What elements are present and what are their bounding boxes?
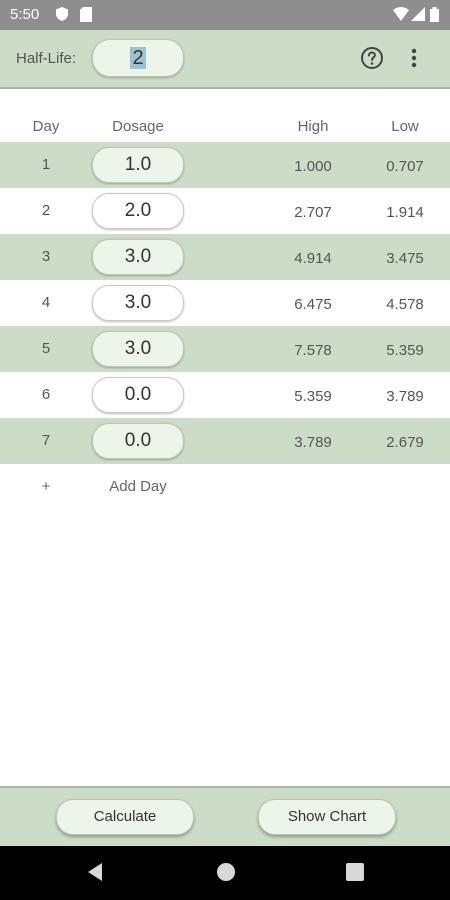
row-low: 3.475 — [386, 250, 424, 267]
dosage-input[interactable]: 3.0 — [92, 285, 184, 321]
header-low: Low — [391, 118, 419, 135]
half-life-label: Half-Life: — [16, 50, 77, 67]
help-icon[interactable] — [360, 46, 384, 70]
row-low: 1.914 — [386, 204, 424, 221]
add-icon: + — [41, 478, 51, 495]
recents-icon[interactable] — [346, 862, 364, 887]
row-high: 5.359 — [294, 388, 332, 405]
row-day: 7 — [41, 432, 51, 449]
table-row: 5 3.0 7.578 5.359 — [0, 326, 450, 372]
row-high: 3.789 — [294, 434, 332, 451]
wifi-icon — [393, 7, 409, 26]
show-chart-button[interactable]: Show Chart — [258, 799, 396, 835]
row-low: 0.707 — [386, 158, 424, 175]
row-day: 4 — [41, 294, 51, 311]
row-high: 6.475 — [294, 296, 332, 313]
sim-icon — [80, 7, 92, 27]
row-day: 1 — [41, 156, 51, 173]
row-high: 7.578 — [294, 342, 332, 359]
table-row: 6 0.0 5.359 3.789 — [0, 372, 450, 418]
home-icon[interactable] — [216, 862, 236, 887]
half-life-input[interactable]: 2 — [92, 39, 184, 77]
row-low: 2.679 — [386, 434, 424, 451]
row-high: 1.000 — [294, 158, 332, 175]
dosage-input[interactable]: 0.0 — [92, 377, 184, 413]
dosage-input[interactable]: 0.0 — [92, 423, 184, 459]
header-high: High — [297, 118, 329, 135]
shield-icon — [56, 7, 68, 26]
dosage-input[interactable]: 1.0 — [92, 147, 184, 183]
table-row: 1 1.0 1.000 0.707 — [0, 142, 450, 188]
add-day-button[interactable]: + Add Day — [0, 468, 450, 504]
table-header: Day Dosage High Low — [0, 112, 450, 142]
row-low: 3.789 — [386, 388, 424, 405]
bottom-bar: Calculate Show Chart — [0, 786, 450, 848]
dosage-input[interactable]: 2.0 — [92, 193, 184, 229]
table-row: 7 0.0 3.789 2.679 — [0, 418, 450, 464]
status-time: 5:50 — [10, 6, 40, 23]
row-low: 4.578 — [386, 296, 424, 313]
row-high: 4.914 — [294, 250, 332, 267]
back-icon[interactable] — [86, 862, 104, 887]
row-low: 5.359 — [386, 342, 424, 359]
dosage-input[interactable]: 3.0 — [92, 239, 184, 275]
header-day: Day — [32, 118, 60, 135]
signal-icon — [411, 7, 425, 26]
row-day: 5 — [41, 340, 51, 357]
header-dosage: Dosage — [112, 118, 164, 135]
battery-icon — [430, 7, 439, 27]
row-day: 3 — [41, 248, 51, 265]
calculate-button[interactable]: Calculate — [56, 799, 194, 835]
row-high: 2.707 — [294, 204, 332, 221]
row-day: 2 — [41, 202, 51, 219]
more-vert-icon[interactable] — [404, 46, 424, 70]
status-bar: 5:50 — [0, 0, 450, 30]
dosage-input[interactable]: 3.0 — [92, 331, 184, 367]
table-row: 2 2.0 2.707 1.914 — [0, 188, 450, 234]
row-day: 6 — [41, 386, 51, 403]
table-row: 3 3.0 4.914 3.475 — [0, 234, 450, 280]
add-day-label: Add Day — [109, 478, 167, 495]
app-bar: Half-Life: 2 — [0, 30, 450, 89]
table-row: 4 3.0 6.475 4.578 — [0, 280, 450, 326]
navigation-bar — [0, 846, 450, 900]
half-life-value: 2 — [130, 47, 146, 69]
